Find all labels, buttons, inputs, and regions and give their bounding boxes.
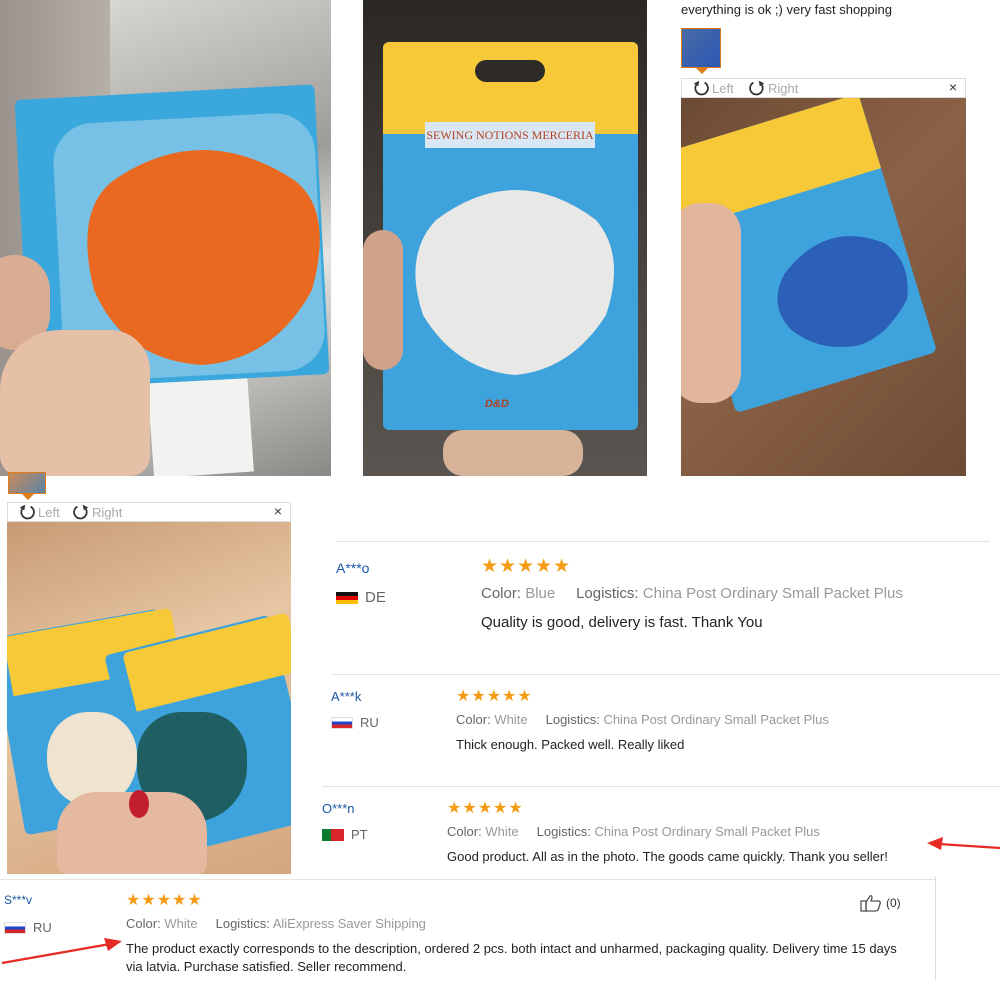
star-rating: ★★★★★ bbox=[481, 556, 572, 577]
review-photo-white-chalk[interactable]: SEWING NOTIONS MERCERIA D&D bbox=[363, 0, 647, 476]
vertical-divider bbox=[935, 876, 936, 980]
thumbs-up-icon bbox=[860, 895, 881, 912]
country-code: RU bbox=[33, 920, 52, 935]
rotate-right-button[interactable]: Right bbox=[748, 79, 798, 97]
logistics-label: Logistics: bbox=[215, 916, 270, 931]
red-arrow bbox=[927, 837, 1000, 850]
review-attributes: Color: White Logistics: China Post Ordin… bbox=[447, 824, 820, 839]
hand bbox=[443, 430, 583, 476]
review-attributes: Color: White Logistics: China Post Ordin… bbox=[456, 712, 829, 727]
close-icon[interactable]: × bbox=[949, 79, 957, 95]
reviewer-country: RU bbox=[331, 715, 379, 730]
review-attributes: Color: Blue Logistics: China Post Ordina… bbox=[481, 585, 903, 602]
color-value: Blue bbox=[525, 585, 556, 602]
review-photo-orange-chalk[interactable] bbox=[0, 0, 331, 476]
hang-hole bbox=[475, 60, 545, 82]
star-rating: ★★★★★ bbox=[126, 892, 203, 909]
star-rating: ★★★★★ bbox=[447, 800, 524, 817]
color-label: Color: bbox=[126, 916, 161, 931]
logistics-value: China Post Ordinary Small Packet Plus bbox=[642, 585, 903, 602]
review-photo-thumbnail[interactable] bbox=[8, 472, 46, 494]
review-divider bbox=[322, 786, 1000, 787]
russia-flag-icon bbox=[4, 921, 26, 934]
logistics-label: Logistics: bbox=[576, 585, 639, 602]
painted-nail bbox=[129, 790, 149, 818]
card-top-band bbox=[383, 42, 638, 134]
color-label: Color: bbox=[456, 712, 491, 727]
rotate-left-button[interactable]: Left bbox=[18, 503, 60, 521]
rotate-left-label: Left bbox=[712, 80, 734, 96]
country-code: RU bbox=[360, 715, 379, 730]
logistics-value: China Post Ordinary Small Packet Plus bbox=[603, 712, 829, 727]
logistics-value: AliExpress Saver Shipping bbox=[272, 916, 426, 931]
rotate-left-button[interactable]: Left bbox=[692, 79, 734, 97]
brand-logo: D&D bbox=[485, 398, 509, 410]
image-viewer-toolbar: Left Right × bbox=[681, 78, 966, 98]
hand bbox=[681, 203, 741, 403]
review-text: Thick enough. Packed well. Really liked bbox=[456, 737, 685, 752]
reviewer-name[interactable]: O***n bbox=[322, 801, 355, 816]
rotate-right-button[interactable]: Right bbox=[72, 503, 122, 521]
country-code: PT bbox=[351, 827, 368, 842]
color-value: White bbox=[485, 824, 519, 839]
thumbnail-pointer bbox=[696, 68, 708, 74]
review-attributes: Color: White Logistics: AliExpress Saver… bbox=[126, 916, 426, 931]
review-divider bbox=[331, 674, 1000, 675]
review-text: everything is ok ;) very fast shopping bbox=[681, 2, 892, 17]
reviewer-name[interactable]: A***o bbox=[336, 560, 369, 576]
russia-flag-icon bbox=[331, 716, 353, 729]
rotate-right-icon bbox=[749, 80, 765, 96]
review-text: Quality is good, delivery is fast. Thank… bbox=[481, 614, 763, 631]
review-divider bbox=[336, 541, 990, 542]
close-icon[interactable]: × bbox=[274, 503, 282, 519]
hand bbox=[0, 330, 150, 476]
color-value: White bbox=[494, 712, 528, 727]
logistics-value: China Post Ordinary Small Packet Plus bbox=[594, 824, 820, 839]
color-label: Color: bbox=[447, 824, 482, 839]
reviewer-country: DE bbox=[336, 589, 386, 606]
review-text: The product exactly corresponds to the d… bbox=[126, 941, 897, 974]
rotate-right-label: Right bbox=[768, 80, 799, 96]
hand bbox=[363, 230, 403, 370]
reviewer-name[interactable]: S***v bbox=[4, 893, 32, 907]
package-label: SEWING NOTIONS MERCERIA bbox=[425, 122, 595, 148]
portugal-flag-icon bbox=[322, 828, 344, 841]
rotate-left-icon bbox=[19, 504, 35, 520]
country-code: DE bbox=[365, 589, 386, 606]
rotate-right-icon bbox=[73, 504, 89, 520]
rotate-right-label: Right bbox=[92, 504, 123, 520]
rotate-left-icon bbox=[693, 80, 709, 96]
reviewer-name[interactable]: A***k bbox=[331, 689, 361, 704]
rotate-left-label: Left bbox=[38, 504, 60, 520]
red-arrow bbox=[1, 938, 122, 965]
reviewer-country: RU bbox=[4, 920, 52, 935]
review-divider bbox=[0, 879, 935, 880]
germany-flag-icon bbox=[336, 591, 358, 604]
reviewer-country: PT bbox=[322, 827, 368, 842]
logistics-label: Logistics: bbox=[536, 824, 591, 839]
review-photo-blue-chalk[interactable] bbox=[681, 98, 966, 476]
like-button[interactable]: (0) bbox=[860, 894, 901, 912]
color-value: White bbox=[164, 916, 198, 931]
review-photo-thumbnail[interactable] bbox=[681, 28, 721, 68]
color-label: Color: bbox=[481, 585, 522, 602]
review-text: Good product. All as in the photo. The g… bbox=[447, 849, 888, 864]
star-rating: ★★★★★ bbox=[456, 688, 533, 705]
logistics-label: Logistics: bbox=[545, 712, 600, 727]
review-photo-two-chalks[interactable] bbox=[7, 522, 291, 874]
like-count: (0) bbox=[886, 896, 901, 910]
thumbnail-pointer bbox=[22, 494, 34, 500]
image-viewer-toolbar: Left Right × bbox=[7, 502, 291, 522]
